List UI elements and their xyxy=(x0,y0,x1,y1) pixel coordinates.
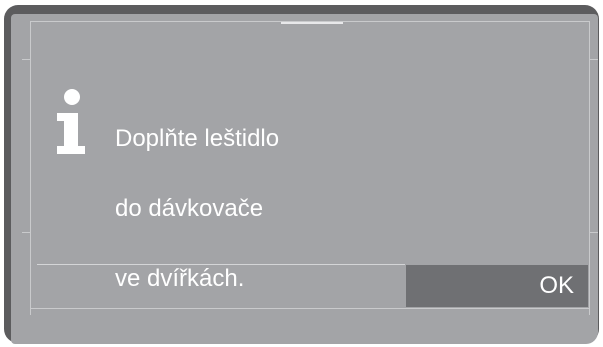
dialog-bottom-border xyxy=(30,308,590,309)
frame-tick xyxy=(22,232,30,233)
frame-tick xyxy=(22,59,30,60)
message-text: Doplňte leštidlo do dávkovače ve dvířkác… xyxy=(115,86,279,331)
message-line: Doplňte leštidlo xyxy=(115,125,280,152)
display-screen: Doplňte leštidlo do dávkovače ve dvířkác… xyxy=(11,14,598,344)
ok-button[interactable]: OK xyxy=(406,265,588,307)
message-line: ve dvířkách. xyxy=(115,265,245,292)
frame-tick xyxy=(590,59,598,60)
frame-tick xyxy=(590,232,598,233)
message-line: do dávkovače xyxy=(115,195,264,222)
button-row-divider xyxy=(37,264,405,265)
info-icon xyxy=(57,89,85,154)
